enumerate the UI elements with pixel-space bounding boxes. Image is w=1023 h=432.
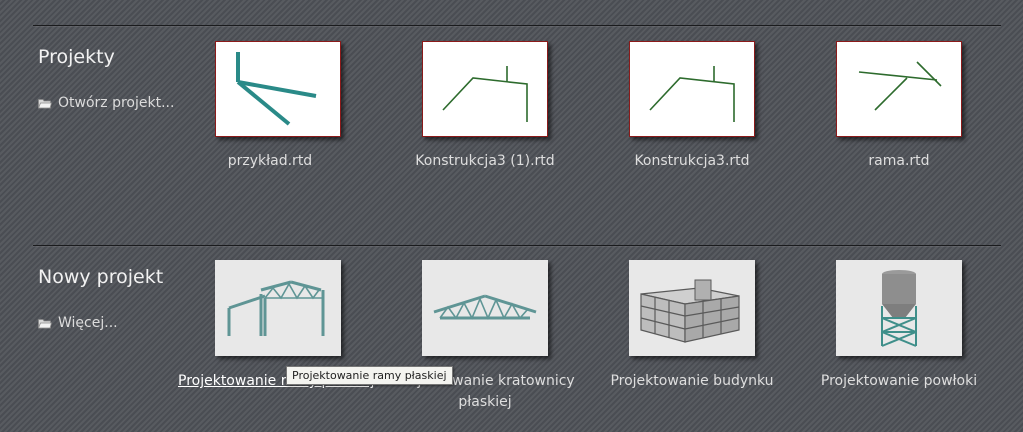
folder-open-icon [38,98,52,108]
template-label[interactable]: Projektowanie powłoki [799,371,999,392]
open-project-label: Otwórz projekt... [58,95,175,111]
template-card[interactable] [629,260,755,356]
plane-truss-thumbnail [422,260,548,356]
projects-title: Projekty [38,46,115,68]
template-label[interactable]: Projektowanie budynku [592,371,792,392]
tooltip: Projektowanie ramy płaskiej [286,366,453,385]
recent-project-card[interactable] [422,41,548,137]
shell-silo-thumbnail [836,260,962,356]
open-project-link[interactable]: Otwórz projekt... [38,95,174,111]
new-project-title: Nowy projekt [38,266,164,288]
recent-project-name[interactable]: przykład.rtd [170,151,370,172]
recent-project-thumbnail [629,41,755,137]
recent-project-name[interactable]: Konstrukcja3.rtd [592,151,792,172]
recent-project-thumbnail [836,41,962,137]
building-thumbnail [629,260,755,356]
more-templates-label: Więcej... [58,315,118,331]
middle-divider [33,245,1001,246]
recent-project-card[interactable] [629,41,755,137]
recent-project-thumbnail [215,41,341,137]
recent-project-thumbnail [422,41,548,137]
template-card[interactable] [215,260,341,356]
top-divider [33,25,1001,26]
recent-project-name[interactable]: rama.rtd [799,151,999,172]
recent-project-name[interactable]: Konstrukcja3 (1).rtd [385,151,585,172]
folder-open-icon [38,318,52,328]
recent-project-card[interactable] [215,41,341,137]
template-card[interactable] [836,260,962,356]
plane-frame-thumbnail [215,260,341,356]
template-card[interactable] [422,260,548,356]
recent-project-card[interactable] [836,41,962,137]
more-templates-link[interactable]: Więcej... [38,315,118,331]
